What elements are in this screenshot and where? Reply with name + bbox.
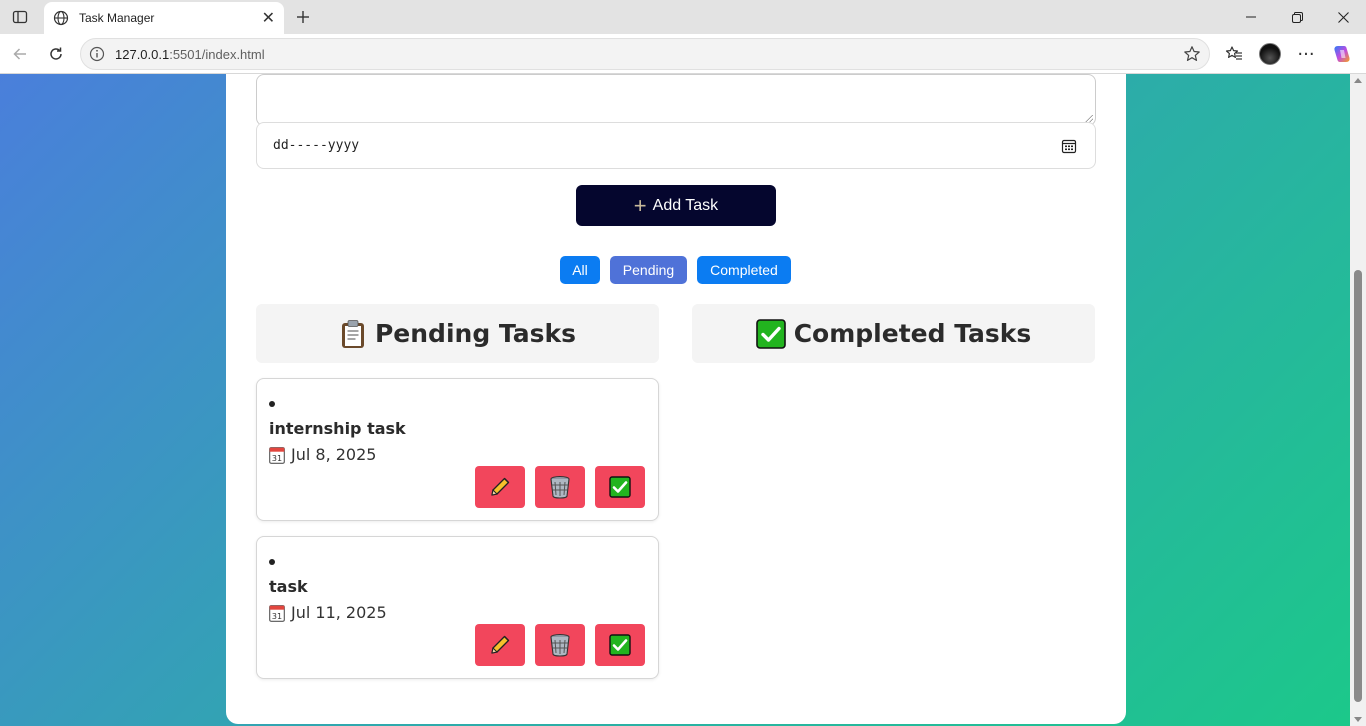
task-name: internship task [269,419,406,438]
filter-pending-button[interactable]: Pending [610,256,687,284]
add-task-button[interactable]: + Add Task [576,185,776,226]
task-date-text: Jul 8, 2025 [291,445,377,464]
task-due-date: 31 Jul 11, 2025 [269,603,387,622]
complete-task-button[interactable] [595,466,645,508]
address-bar[interactable]: 127.0.0.1:5501/index.html [80,38,1210,70]
check-mark-button-icon [755,318,786,349]
scrollbar-thumb[interactable] [1354,270,1362,702]
task-manager-card: dd-----yyyy + Add Task All Pending Compl… [226,74,1126,724]
filter-bar: All Pending Completed [226,256,1126,284]
task-card: internship task 31 Jul 8, 2025 [256,378,659,521]
calendar-picker-icon[interactable] [1061,138,1077,154]
page-viewport: dd-----yyyy + Add Task All Pending Compl… [0,74,1350,726]
plus-icon: + [633,192,647,218]
calendar-icon: 31 [269,604,285,622]
back-button[interactable] [6,40,34,68]
due-date-value: dd-----yyyy [273,138,360,153]
pending-tasks-header: Pending Tasks [256,304,659,363]
task-card: task 31 Jul 11, 2025 [256,536,659,679]
minimize-window-button[interactable] [1228,0,1274,34]
avatar [1259,43,1281,65]
task-due-date: 31 Jul 8, 2025 [269,445,376,464]
reload-button[interactable] [42,40,70,68]
calendar-icon: 31 [269,446,285,464]
favorites-icon [1225,46,1242,60]
new-tab-button[interactable] [290,4,316,30]
wastebasket-icon [550,633,570,657]
url-text: 127.0.0.1:5501/index.html [115,47,265,62]
list-bullet [269,401,275,407]
edit-task-button[interactable] [475,466,525,508]
reload-icon [50,47,62,60]
restore-icon [1291,11,1303,23]
restore-window-button[interactable] [1274,0,1320,34]
scroll-down-arrow-icon[interactable] [1354,717,1362,722]
tab-title: Task Manager [79,11,155,25]
globe-icon [53,10,69,26]
page-scrollbar[interactable] [1350,74,1366,726]
check-mark-button-icon [609,476,631,498]
check-mark-button-icon [609,634,631,656]
delete-task-button[interactable] [535,624,585,666]
star-icon[interactable] [1183,45,1201,63]
settings-and-more-button[interactable]: ··· [1292,40,1320,68]
close-icon [1337,11,1349,23]
delete-task-button[interactable] [535,466,585,508]
filter-completed-button[interactable]: Completed [697,256,791,284]
svg-text:31: 31 [272,454,282,463]
plus-icon [297,11,309,23]
add-task-label: Add Task [652,196,719,214]
filter-all-button[interactable]: All [560,256,600,284]
svg-text:31: 31 [272,612,282,621]
close-window-button[interactable] [1320,0,1366,34]
wastebasket-icon [550,475,570,499]
pencil-icon [491,635,510,654]
sidebar-panel-icon [12,10,28,24]
minimize-icon [1246,16,1256,18]
browser-tab-strip: Task Manager ✕ [0,0,1366,34]
edit-task-button[interactable] [475,624,525,666]
close-tab-icon[interactable]: ✕ [262,10,275,26]
scroll-up-arrow-icon[interactable] [1354,78,1362,83]
browser-tab-active[interactable]: Task Manager ✕ [44,2,284,34]
pencil-icon [491,477,510,496]
task-name: task [269,577,308,596]
complete-task-button[interactable] [595,624,645,666]
task-date-text: Jul 11, 2025 [291,603,387,622]
url-path: :5501/index.html [169,47,265,62]
copilot-button[interactable] [1328,40,1356,68]
due-date-input[interactable]: dd-----yyyy [256,122,1096,169]
clipboard-icon [339,319,367,349]
profile-button[interactable] [1256,40,1284,68]
arrow-left-icon [13,48,26,60]
task-description-textarea[interactable] [256,74,1096,126]
list-bullet [269,559,275,565]
completed-tasks-header: Completed Tasks [692,304,1095,363]
completed-tasks-title: Completed Tasks [793,319,1032,348]
site-info-icon[interactable] [89,46,105,62]
favorites-button[interactable] [1220,40,1248,68]
pending-tasks-title: Pending Tasks [374,319,577,348]
browser-toolbar: 127.0.0.1:5501/index.html ··· [0,34,1366,74]
url-host: 127.0.0.1 [115,47,170,62]
tab-actions-button[interactable] [8,6,32,28]
copilot-icon [1334,46,1350,62]
